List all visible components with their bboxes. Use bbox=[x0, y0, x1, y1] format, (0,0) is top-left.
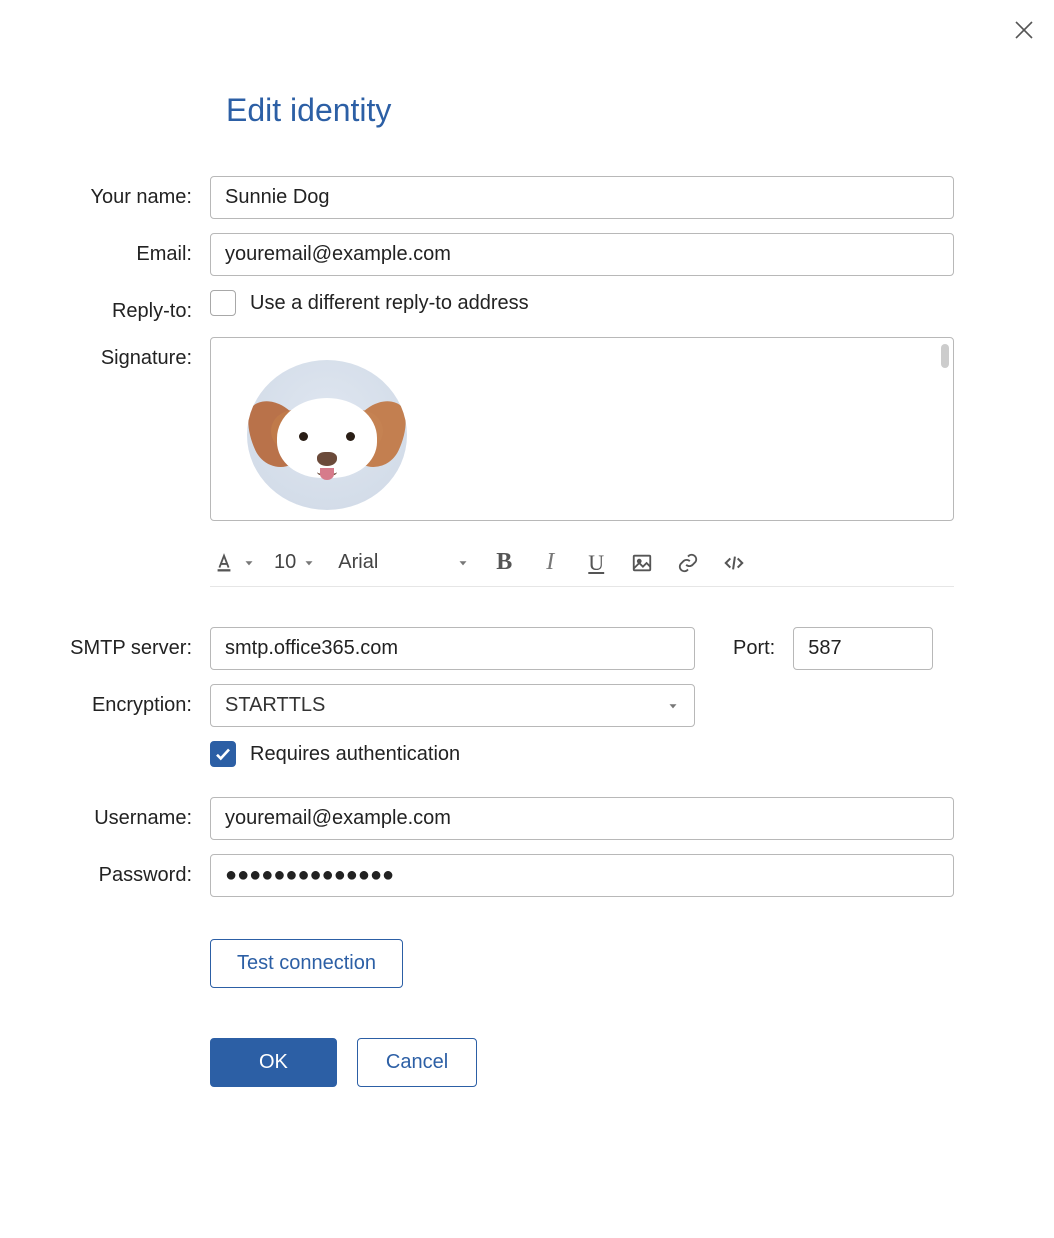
underline-icon[interactable]: U bbox=[584, 551, 608, 575]
chevron-down-icon bbox=[302, 556, 316, 570]
your-name-input[interactable] bbox=[210, 176, 954, 219]
scrollbar-thumb[interactable] bbox=[941, 344, 949, 368]
reply-to-checkbox[interactable] bbox=[210, 290, 236, 316]
ok-button[interactable]: OK bbox=[210, 1038, 337, 1087]
smtp-server-input[interactable] bbox=[210, 627, 695, 670]
image-icon[interactable] bbox=[630, 551, 654, 575]
font-color-icon bbox=[212, 551, 236, 575]
signature-label: Signature: bbox=[0, 337, 210, 370]
close-icon[interactable] bbox=[1012, 18, 1036, 42]
font-size-value: 10 bbox=[274, 551, 296, 574]
encryption-value: STARTTLS bbox=[225, 694, 325, 717]
dialog-title: Edit identity bbox=[226, 92, 391, 129]
cancel-button[interactable]: Cancel bbox=[357, 1038, 477, 1087]
smtp-server-label: SMTP server: bbox=[0, 627, 210, 660]
font-size-picker[interactable]: 10 bbox=[274, 551, 316, 574]
link-icon[interactable] bbox=[676, 551, 700, 575]
identity-form: Your name: Email: Reply-to: Use a differ… bbox=[0, 176, 1054, 1101]
requires-auth-label[interactable]: Requires authentication bbox=[250, 743, 460, 766]
reply-to-label: Reply-to: bbox=[0, 290, 210, 323]
encryption-select[interactable]: STARTTLS bbox=[210, 684, 695, 727]
bold-icon[interactable]: B bbox=[492, 551, 516, 575]
password-input[interactable] bbox=[210, 854, 954, 897]
encryption-label: Encryption: bbox=[0, 684, 210, 717]
requires-auth-checkbox[interactable] bbox=[210, 741, 236, 767]
email-label: Email: bbox=[0, 233, 210, 266]
signature-toolbar: 10 Arial B I U bbox=[210, 541, 954, 587]
italic-icon[interactable]: I bbox=[538, 551, 562, 575]
username-input[interactable] bbox=[210, 797, 954, 840]
port-label: Port: bbox=[733, 637, 775, 660]
chevron-down-icon bbox=[666, 699, 680, 713]
font-color-picker[interactable] bbox=[212, 551, 256, 575]
test-connection-button[interactable]: Test connection bbox=[210, 939, 403, 988]
password-label: Password: bbox=[0, 854, 210, 887]
signature-editor[interactable] bbox=[210, 337, 954, 521]
signature-avatar-image bbox=[247, 360, 407, 510]
reply-to-checkbox-label[interactable]: Use a different reply-to address bbox=[250, 292, 529, 315]
chevron-down-icon bbox=[242, 556, 256, 570]
port-input[interactable] bbox=[793, 627, 933, 670]
email-input[interactable] bbox=[210, 233, 954, 276]
code-icon[interactable] bbox=[722, 551, 746, 575]
your-name-label: Your name: bbox=[0, 176, 210, 209]
font-family-value: Arial bbox=[338, 551, 378, 574]
username-label: Username: bbox=[0, 797, 210, 830]
chevron-down-icon bbox=[456, 556, 470, 570]
font-family-picker[interactable]: Arial bbox=[334, 549, 474, 576]
